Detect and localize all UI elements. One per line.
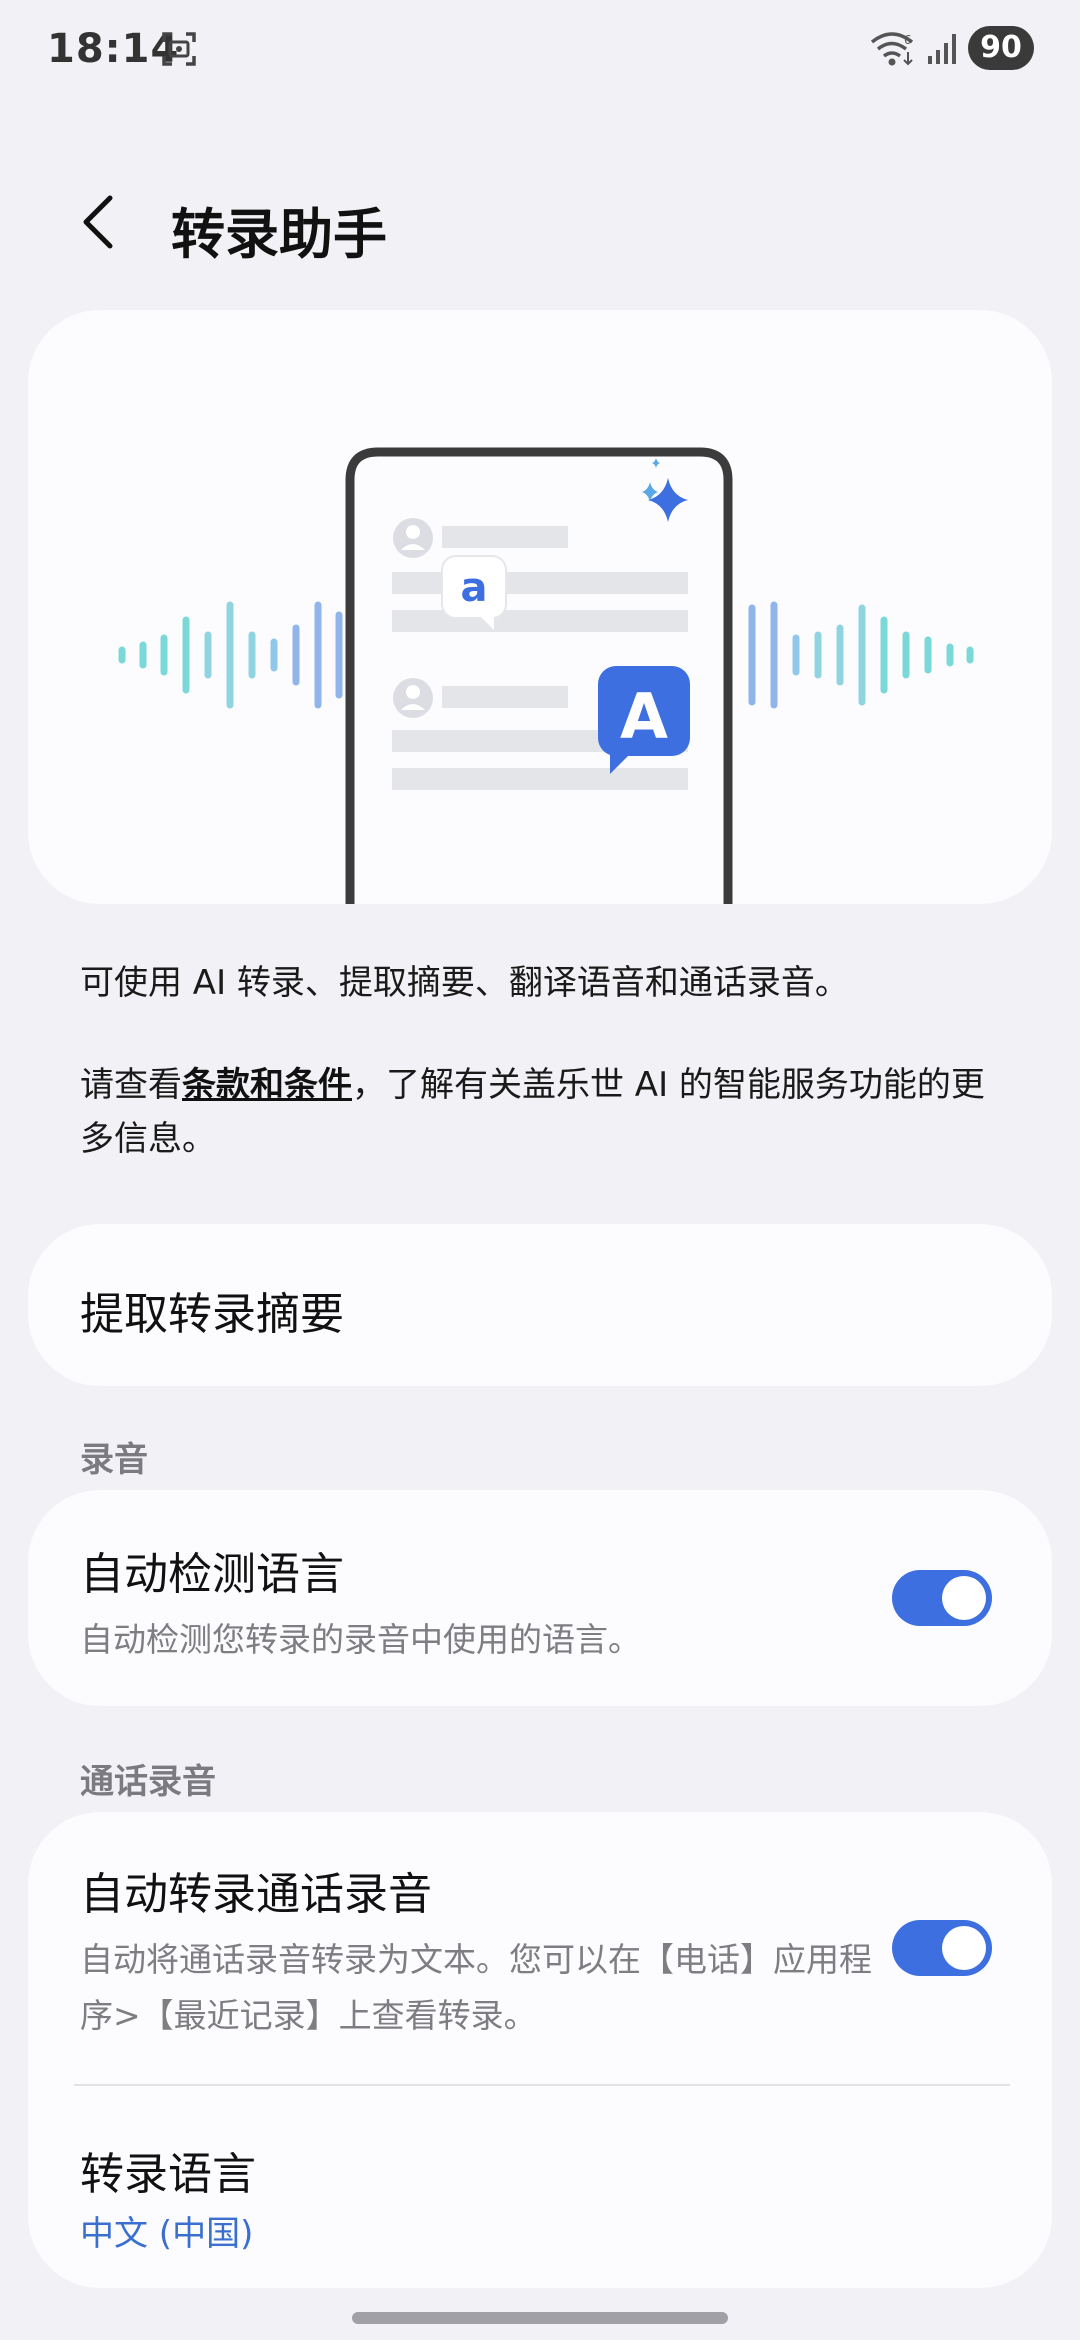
waveform-left [118,601,343,709]
summary-row-title: 提取转录摘要 [80,1289,344,1340]
toggle-knob [942,1576,986,1620]
transcription-illustration: a A [118,447,974,904]
screenshot-icon [162,32,196,66]
toggle-knob [942,1926,986,1970]
section-header-recording: 录音 [80,1440,148,1480]
divider [74,2084,1010,2086]
auto-detect-subtitle: 自动检测您转录的录音中使用的语言。 [80,1620,641,1659]
summary-row[interactable]: 提取转录摘要 [28,1224,1052,1386]
auto-detect-toggle[interactable] [892,1570,992,1626]
svg-text:A: A [620,680,668,753]
wifi-icon: 6 [870,32,914,66]
signal-icon [928,34,956,64]
auto-transcribe-title: 自动转录通话录音 [80,1869,432,1920]
auto-transcribe-subtitle: 自动将通话录音转录为文本。您可以在【电话】应用程序>【最近记录】上查看转录。 [80,1940,872,2035]
home-indicator[interactable] [352,2312,728,2324]
call-recording-card: 自动转录通话录音 自动将通话录音转录为文本。您可以在【电话】应用程序>【最近记录… [28,1812,1052,2288]
status-bar: 18:14 6 90 [0,0,1080,100]
transcription-language-title: 转录语言 [80,2149,256,2200]
auto-detect-title: 自动检测语言 [80,1549,344,1600]
hero-card: a A [28,310,1052,904]
auto-transcribe-toggle[interactable] [892,1920,992,1976]
terms-prefix: 请查看 [80,1065,182,1105]
auto-detect-row[interactable]: 自动检测语言 自动检测您转录的录音中使用的语言。 [28,1490,1052,1706]
feature-description: 可使用 AI 转录、提取摘要、翻译语音和通话录音。 [80,963,849,1003]
transcription-language-value: 中文 (中国) [80,2214,254,2254]
terms-description: 请查看条款和条件，了解有关盖乐世 AI 的智能服务功能的更多信息。 [80,1058,1010,1166]
waveform-right [748,601,974,709]
svg-text:a: a [461,565,488,611]
battery-indicator: 90 [968,26,1034,70]
section-header-call-recording: 通话录音 [80,1762,216,1802]
page-title: 转录助手 [171,203,387,266]
terms-link[interactable]: 条款和条件 [182,1065,352,1105]
svg-text:6: 6 [904,33,912,47]
back-button[interactable] [72,192,128,252]
